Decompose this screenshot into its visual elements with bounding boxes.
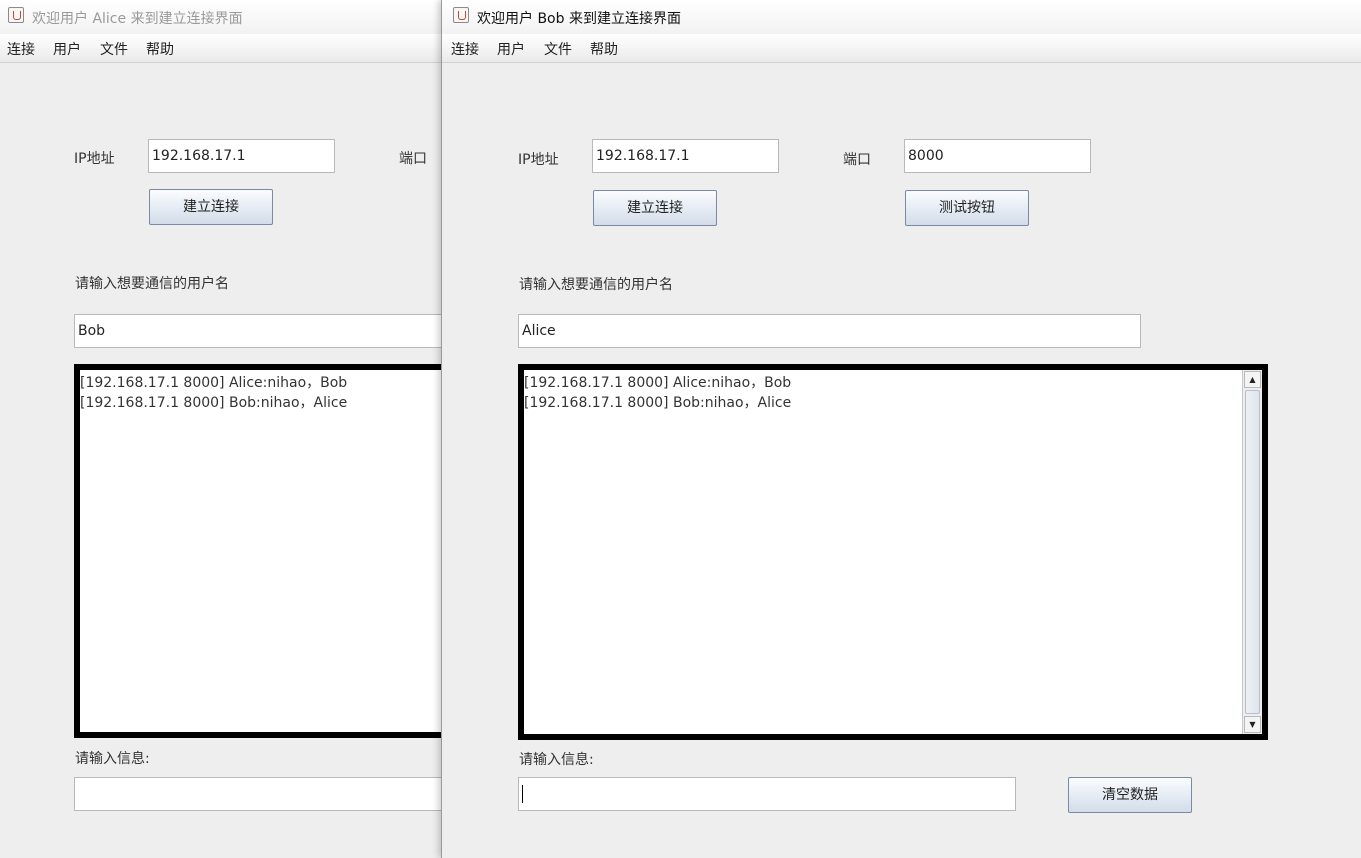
chat-message: [192.168.17.1 8000] Bob:nihao，Alice — [80, 395, 348, 411]
menu-user[interactable]: 用户 — [53, 39, 81, 59]
ip-label: IP地址 — [518, 152, 559, 168]
target-user-prompt: 请输入想要通信的用户名 — [75, 276, 229, 292]
connect-button[interactable]: 建立连接 — [593, 190, 717, 226]
port-label: 端口 — [843, 152, 871, 168]
chat-message: [192.168.17.1 8000] Bob:nihao，Alice — [524, 395, 792, 411]
menu-help[interactable]: 帮助 — [146, 39, 174, 59]
menu-connect[interactable]: 连接 — [451, 39, 479, 59]
java-app-icon — [453, 7, 469, 23]
java-app-icon — [8, 7, 24, 23]
bob-title-bar[interactable]: 欢迎用户 Bob 来到建立连接界面 — [442, 0, 1361, 34]
alice-menu-bar: 连接 用户 文件 帮助 — [0, 34, 441, 63]
alice-window: 欢迎用户 Alice 来到建立连接界面 连接 用户 文件 帮助 IP地址 192… — [0, 0, 441, 858]
scrollbar-thumb[interactable] — [1245, 390, 1260, 714]
message-label: 请输入信息: — [75, 751, 150, 767]
bob-window: 欢迎用户 Bob 来到建立连接界面 连接 用户 文件 帮助 IP地址 192.1… — [441, 0, 1361, 858]
chat-message: [192.168.17.1 8000] Alice:nihao，Bob — [80, 375, 348, 391]
ip-input[interactable]: 192.168.17.1 — [592, 139, 779, 173]
chat-message: [192.168.17.1 8000] Alice:nihao，Bob — [524, 375, 792, 391]
message-input[interactable] — [518, 777, 1016, 811]
chat-history-area[interactable]: [192.168.17.1 8000] Alice:nihao，Bob [192… — [74, 364, 441, 738]
menu-file[interactable]: 文件 — [100, 39, 128, 59]
port-input[interactable]: 8000 — [904, 139, 1091, 173]
scroll-down-arrow-icon[interactable]: ▼ — [1244, 716, 1261, 733]
alice-window-title: 欢迎用户 Alice 来到建立连接界面 — [32, 11, 243, 27]
bob-window-title: 欢迎用户 Bob 来到建立连接界面 — [477, 11, 681, 27]
message-label: 请输入信息: — [519, 752, 594, 768]
connect-button[interactable]: 建立连接 — [149, 189, 273, 225]
test-button[interactable]: 测试按钮 — [905, 190, 1029, 226]
text-caret — [522, 785, 523, 803]
scroll-up-arrow-icon[interactable]: ▲ — [1244, 371, 1261, 388]
menu-help[interactable]: 帮助 — [590, 39, 618, 59]
ip-input[interactable]: 192.168.17.1 — [148, 139, 335, 173]
menu-file[interactable]: 文件 — [544, 39, 572, 59]
chat-history-area[interactable]: [192.168.17.1 8000] Alice:nihao，Bob [192… — [518, 364, 1268, 740]
port-label: 端口 — [399, 151, 427, 167]
menu-connect[interactable]: 连接 — [7, 39, 35, 59]
ip-label: IP地址 — [74, 151, 115, 167]
clear-data-button[interactable]: 清空数据 — [1068, 777, 1192, 813]
alice-title-bar[interactable]: 欢迎用户 Alice 来到建立连接界面 — [0, 0, 441, 34]
target-user-input[interactable]: Bob — [74, 314, 441, 348]
menu-user[interactable]: 用户 — [497, 39, 525, 59]
bob-menu-bar: 连接 用户 文件 帮助 — [442, 34, 1361, 63]
chat-scrollbar[interactable]: ▲ ▼ — [1242, 370, 1262, 734]
target-user-prompt: 请输入想要通信的用户名 — [519, 277, 673, 293]
message-input[interactable] — [74, 777, 441, 811]
target-user-input[interactable]: Alice — [518, 314, 1141, 348]
